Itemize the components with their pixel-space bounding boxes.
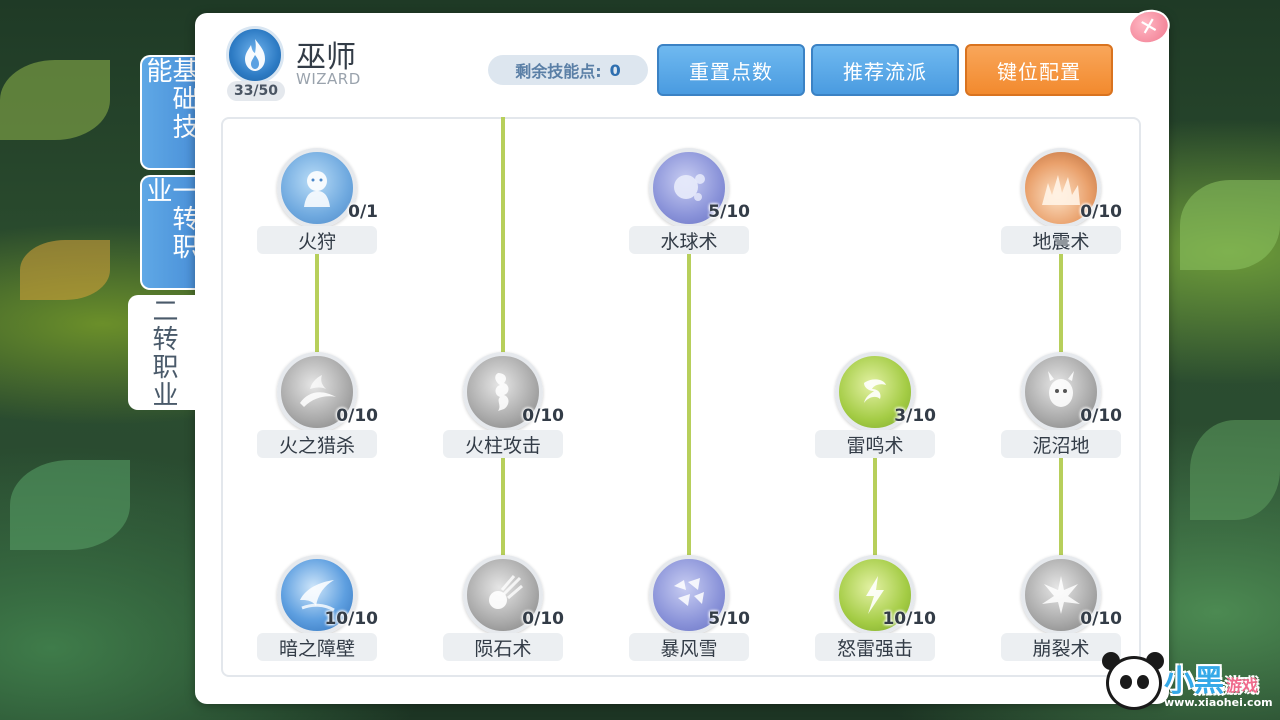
tree-connector <box>687 252 691 555</box>
skill-name: 暴风雪 <box>629 633 749 661</box>
tab-basic-skills[interactable]: 基础技能 <box>140 55 198 170</box>
skill-name: 怒雷强击 <box>815 633 935 661</box>
site-watermark: 小黑 游戏 www.xiaohei.com <box>1100 650 1275 716</box>
skill-node[interactable]: 0/1 火狩 <box>252 148 382 268</box>
background-foliage <box>10 460 130 550</box>
skill-level: 3/10 <box>894 406 936 426</box>
skill-level: 0/10 <box>522 406 564 426</box>
tab-second-job[interactable]: 二转职业 <box>128 295 198 410</box>
skill-node[interactable]: 5/10 暴风雪 <box>624 555 754 675</box>
skill-level: 0/10 <box>1080 406 1122 426</box>
watermark-main-text: 小黑 <box>1164 664 1224 699</box>
skill-points-value: 0 <box>609 60 621 80</box>
flame-emblem-glyph <box>245 39 265 71</box>
skill-name: 暗之障壁 <box>257 633 377 661</box>
skill-name: 火柱攻击 <box>443 430 563 458</box>
skill-level: 10/10 <box>324 609 378 629</box>
skill-name: 陨石术 <box>443 633 563 661</box>
skill-node[interactable]: 5/10 水球术 <box>624 148 754 268</box>
remaining-skill-points: 剩余技能点: 0 <box>488 55 648 85</box>
skill-node[interactable]: 0/10 火柱攻击 <box>438 352 568 472</box>
reset-points-button[interactable]: 重置点数 <box>657 44 805 96</box>
tree-connector <box>501 117 505 353</box>
panda-eye <box>1137 675 1149 689</box>
skill-name: 地震术 <box>1001 226 1121 254</box>
skill-node[interactable]: 10/10 怒雷强击 <box>810 555 940 675</box>
recommend-build-button[interactable]: 推荐流派 <box>811 44 959 96</box>
background-foliage <box>0 60 110 140</box>
spirit-icon <box>277 148 357 228</box>
skill-name: 水球术 <box>629 226 749 254</box>
skill-name: 火狩 <box>257 226 377 254</box>
keybind-config-button[interactable]: 键位配置 <box>965 44 1113 96</box>
skill-node[interactable]: 0/10 火之猎杀 <box>252 352 382 472</box>
skill-name: 火之猎杀 <box>257 430 377 458</box>
skill-level: 0/10 <box>1080 202 1122 222</box>
skill-level: 0/10 <box>1080 609 1122 629</box>
skill-level: 10/10 <box>882 609 936 629</box>
skill-level: 5/10 <box>708 609 750 629</box>
skill-node[interactable]: 0/10 泥沼地 <box>996 352 1126 472</box>
class-level-badge: 33/50 <box>227 81 285 101</box>
skill-node[interactable]: 0/10 陨石术 <box>438 555 568 675</box>
tab-first-job[interactable]: 一转职业 <box>140 175 198 290</box>
skill-level: 0/10 <box>522 609 564 629</box>
skill-level: 0/10 <box>336 406 378 426</box>
class-english-name: WIZARD <box>296 70 361 88</box>
panda-logo-icon <box>1106 656 1162 710</box>
skill-level: 0/1 <box>348 202 378 222</box>
watermark-sub-text: 游戏 <box>1226 676 1259 695</box>
skill-name: 泥沼地 <box>1001 430 1121 458</box>
skill-node[interactable]: 0/10 地震术 <box>996 148 1126 268</box>
background-foliage <box>20 240 110 300</box>
watermark-logo-text: 小黑 游戏 <box>1164 656 1258 700</box>
flame-emblem-icon <box>226 26 284 84</box>
skill-name: 雷鸣术 <box>815 430 935 458</box>
skill-node[interactable]: 3/10 雷鸣术 <box>810 352 940 472</box>
skill-node[interactable]: 10/10 暗之障壁 <box>252 555 382 675</box>
watermark-url: www.xiaohei.com <box>1164 696 1273 709</box>
skill-level: 5/10 <box>708 202 750 222</box>
panda-eye <box>1120 675 1132 689</box>
background-foliage <box>1180 180 1280 270</box>
background-foliage <box>1190 420 1280 520</box>
skill-points-label: 剩余技能点: <box>515 62 602 81</box>
